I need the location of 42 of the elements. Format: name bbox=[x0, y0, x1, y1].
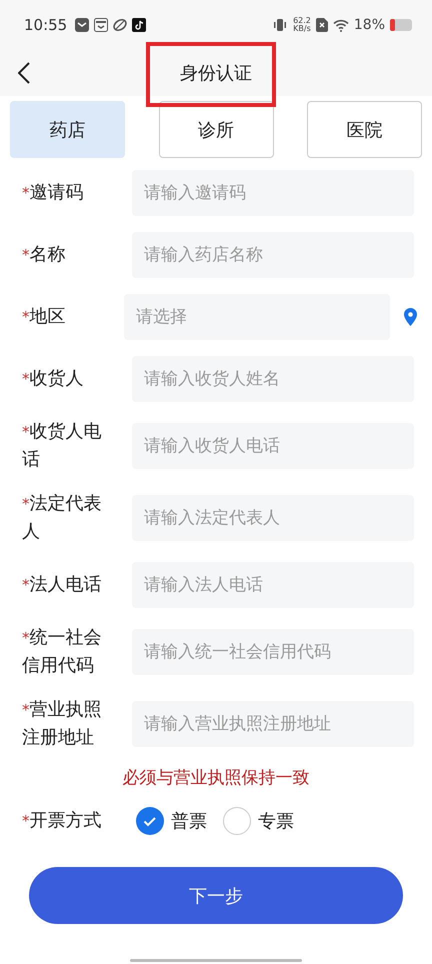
inbox-icon bbox=[94, 18, 108, 32]
field-label: *收货人 bbox=[22, 367, 84, 391]
input-field[interactable]: 请输入法人电话 bbox=[132, 562, 414, 608]
tab[interactable]: 医院 bbox=[307, 101, 422, 158]
field-label: *开票方式 bbox=[22, 809, 102, 833]
tab[interactable]: 药店 bbox=[10, 101, 125, 158]
location-pin-icon[interactable] bbox=[404, 308, 417, 326]
input-field[interactable]: 请输入收货人姓名 bbox=[132, 356, 414, 402]
network-speed-unit: KB/s bbox=[293, 25, 311, 33]
battery-level: 18% bbox=[354, 17, 385, 33]
radio-button[interactable] bbox=[223, 807, 251, 835]
network-speed: 62.2 bbox=[293, 17, 311, 25]
warning-note: 必须与营业执照保持一致 bbox=[122, 767, 310, 789]
input-field[interactable]: 请输入药店名称 bbox=[132, 232, 414, 278]
back-icon[interactable] bbox=[18, 62, 30, 84]
checked-radio-icon[interactable] bbox=[136, 807, 164, 835]
page-title: 身份认证 bbox=[180, 62, 252, 85]
field-label: *地区 bbox=[22, 305, 66, 329]
status-time: 10:55 bbox=[24, 16, 68, 34]
radio-label: 专票 bbox=[258, 810, 294, 833]
input-field[interactable]: 请输入统一社会信用代码 bbox=[132, 629, 414, 675]
wifi-icon bbox=[332, 18, 349, 32]
next-button[interactable]: 下一步 bbox=[29, 867, 403, 924]
input-field[interactable]: 请输入邀请码 bbox=[132, 170, 414, 216]
field-label: *营业执照注册地址 bbox=[22, 698, 102, 750]
mail-icon bbox=[75, 18, 90, 32]
input-field[interactable]: 请输入营业执照注册地址 bbox=[132, 701, 414, 747]
radio-label: 普票 bbox=[171, 810, 207, 833]
vibrate-icon bbox=[272, 18, 288, 32]
field-label: *名称 bbox=[22, 243, 66, 267]
sim-icon bbox=[316, 18, 328, 32]
input-field[interactable]: 请输入收货人电话 bbox=[132, 423, 414, 469]
tab[interactable]: 诊所 bbox=[158, 101, 274, 158]
field-label: *统一社会信用代码 bbox=[22, 626, 102, 678]
music-app-icon bbox=[132, 18, 146, 32]
field-label: *法定代表人 bbox=[22, 492, 102, 544]
field-label: *邀请码 bbox=[22, 181, 84, 205]
input-field[interactable]: 请输入法定代表人 bbox=[132, 495, 414, 541]
battery-icon bbox=[390, 19, 412, 31]
field-label: *收货人电话 bbox=[22, 420, 102, 472]
field-label: *法人电话 bbox=[22, 573, 102, 597]
select-field[interactable]: 请选择 bbox=[124, 294, 390, 340]
